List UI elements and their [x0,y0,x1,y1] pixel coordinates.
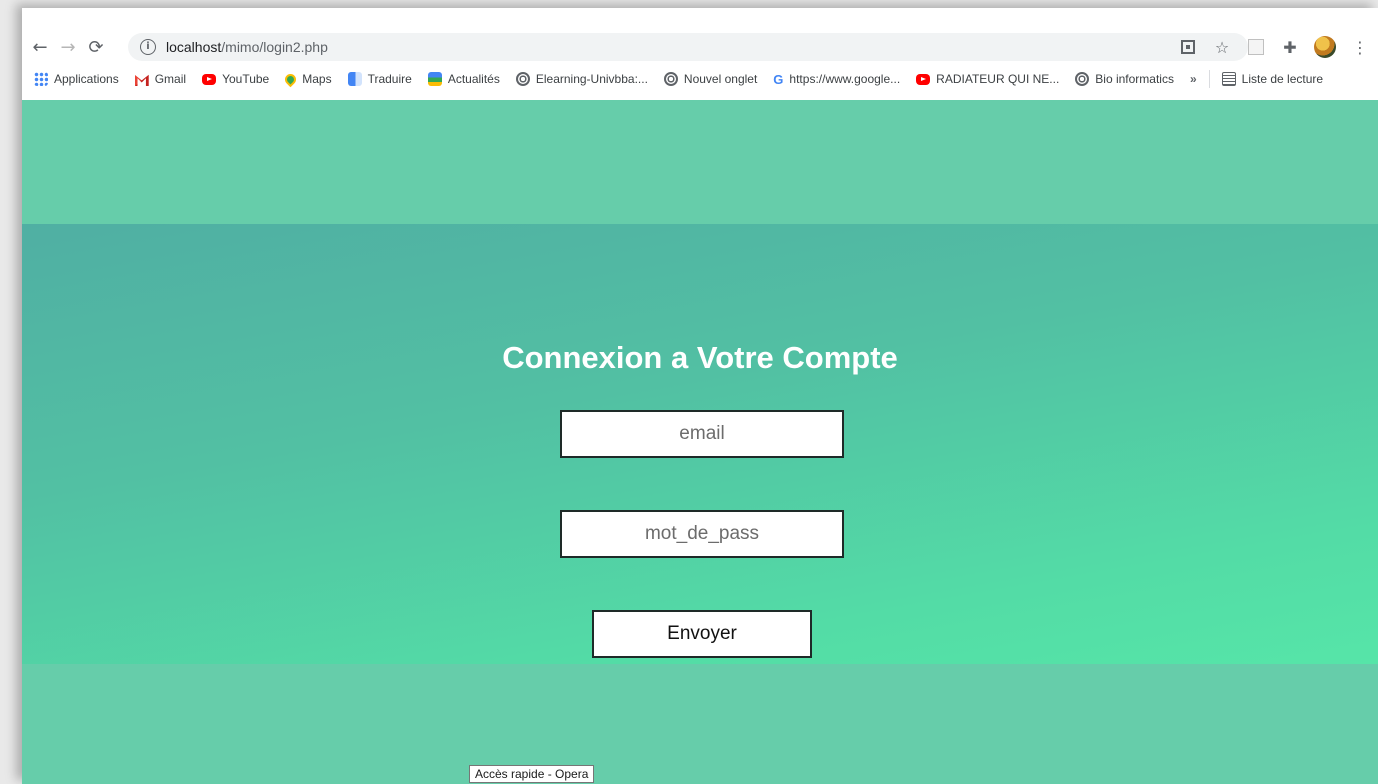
apps-grid-icon [34,72,48,86]
password-field[interactable] [560,510,844,558]
taskbar-tooltip: Accès rapide - Opera [469,765,595,783]
bookmark-nouvel-onglet[interactable]: Nouvel onglet [663,72,758,86]
news-icon [427,72,442,86]
bookmark-label: Maps [302,72,332,86]
bookmarks-overflow-chevron[interactable]: » [1190,72,1197,86]
profile-avatar[interactable] [1314,36,1336,58]
youtube-icon [202,73,217,85]
bookmark-radiateur[interactable]: RADIATEUR QUI NE... [916,72,1059,86]
maps-icon [282,71,299,87]
menu-kebab-icon[interactable]: ⋮ [1350,37,1370,57]
bookmark-google[interactable]: Ghttps://www.google... [773,72,900,87]
bookmark-label: Gmail [154,72,187,86]
extension-box-icon[interactable] [1246,37,1266,57]
submit-button[interactable]: Envoyer [592,610,812,658]
browser-toolbar: ← → ⟳ i localhost/mimo/login2.php ☆ ✚ ⋮ [22,30,1378,64]
page-title: Connexion a Votre Compte [502,340,898,375]
bookmark-label: Elearning-Univbba:... [535,72,648,86]
bookmark-label: https://www.google... [789,72,901,86]
page-background: Connexion a Votre Compte Envoyer [22,100,1378,784]
reading-list[interactable]: Liste de lecture [1221,72,1324,86]
globe-icon [1075,72,1090,86]
bookmark-elearning[interactable]: Elearning-Univbba:... [515,72,648,86]
bookmark-label: Nouvel onglet [683,72,758,86]
url-text[interactable]: localhost/mimo/login2.php [166,39,328,55]
extensions-puzzle-icon[interactable]: ✚ [1280,37,1300,57]
globe-icon [515,72,530,86]
globe-icon [663,72,678,86]
bookmark-label: Traduire [367,72,412,86]
bookmark-gmail[interactable]: Gmail [134,72,187,86]
bookmark-star-icon[interactable]: ☆ [1212,37,1232,57]
toolbar-actions: ☆ ✚ ⋮ [1178,33,1370,61]
bookmarks-bar: Applications Gmail YouTube Maps Traduire… [22,66,1378,92]
bookmark-youtube[interactable]: YouTube [202,72,269,86]
bookmark-label: Applications [54,72,119,86]
bookmark-label: Actualités [447,72,500,86]
gmail-icon [134,74,149,86]
url-path: /mimo/login2.php [221,39,328,55]
bookmark-label: RADIATEUR QUI NE... [936,72,1060,86]
google-icon: G [773,71,784,87]
youtube-icon [916,73,931,85]
bookmark-applications[interactable]: Applications [34,72,119,86]
reading-list-label: Liste de lecture [1241,72,1324,86]
reading-list-icon [1221,72,1236,86]
bookmark-actualites[interactable]: Actualités [427,72,500,86]
url-host: localhost [166,39,222,55]
reload-icon[interactable]: ⟳ [82,33,110,61]
qr-code-icon[interactable] [1178,37,1198,57]
email-field[interactable] [560,410,844,458]
bookmark-maps[interactable]: Maps [282,71,332,87]
back-arrow-icon[interactable]: ← [26,33,54,61]
forward-arrow-icon[interactable]: → [54,33,82,61]
site-info-icon[interactable]: i [140,39,156,55]
address-bar[interactable]: i localhost/mimo/login2.php [128,33,1248,61]
bookmarks-divider [1208,70,1210,88]
bookmark-bio-informatics[interactable]: Bio informatics [1075,72,1174,86]
bookmark-label: Bio informatics [1095,72,1174,86]
translate-icon [347,72,362,86]
bookmark-traduire[interactable]: Traduire [347,72,412,86]
bookmark-label: YouTube [222,72,270,86]
